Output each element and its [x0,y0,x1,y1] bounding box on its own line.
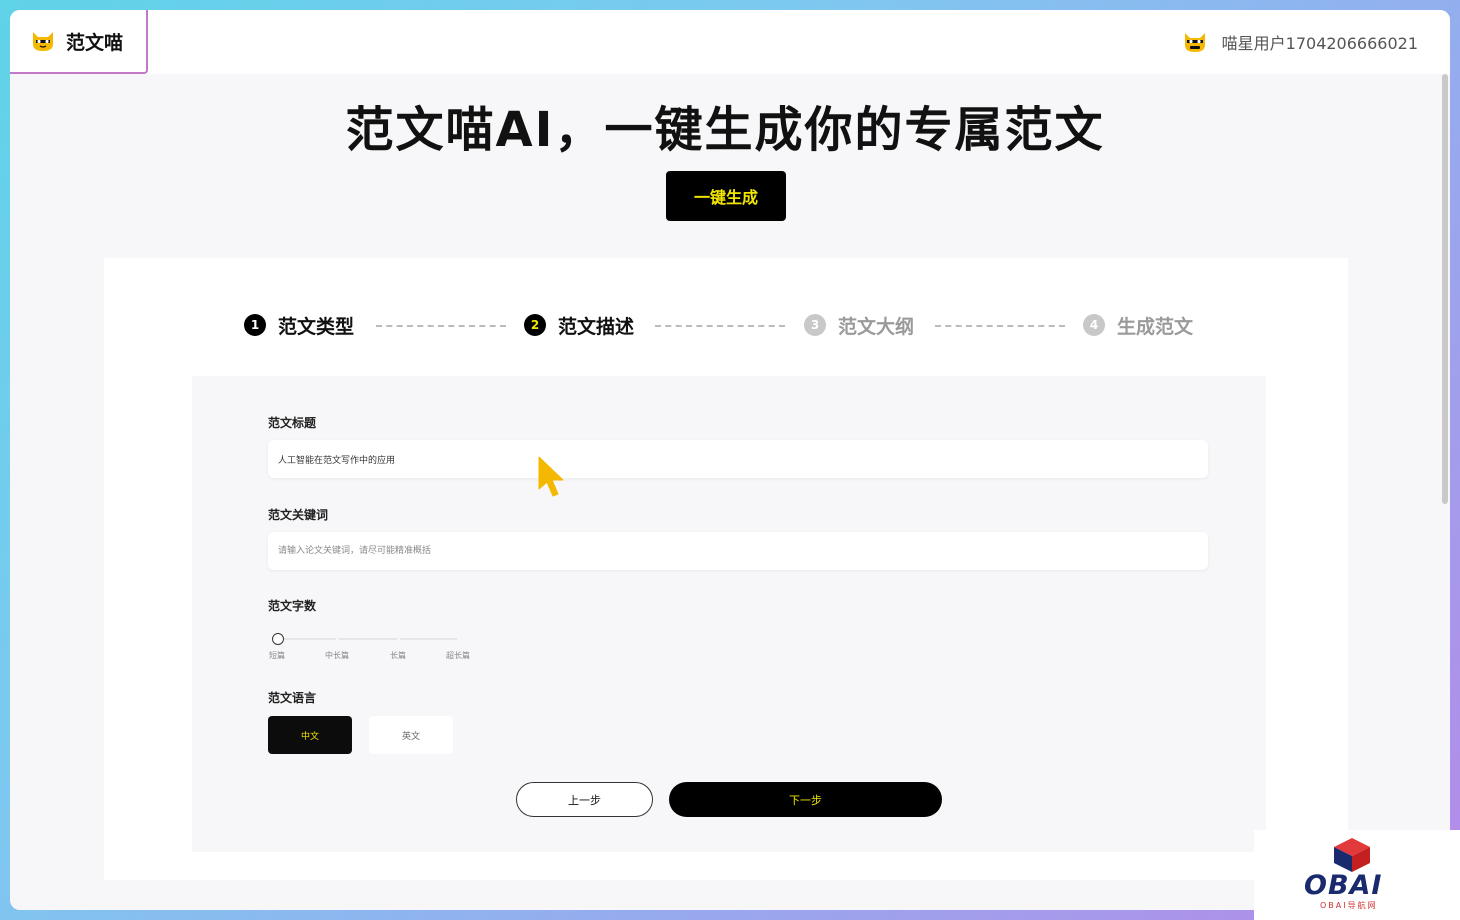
generate-button[interactable]: 一键生成 [666,171,786,221]
user-name: 喵星用户1704206666021 [1221,34,1418,53]
wizard-card: 1 范文类型 2 范文描述 3 范文大纲 4 生成范文 范文标题 范文关键词 [104,258,1348,880]
length-option[interactable]: 短篇 [269,650,285,661]
mouse-cursor-icon [538,456,564,497]
step-label: 范文大纲 [838,315,915,338]
watermark-subtitle: OBAI导航网 [1320,901,1378,910]
brand-logo[interactable]: 范文喵 [10,10,148,74]
step-divider [935,325,1065,327]
language-label: 范文语言 [268,691,317,705]
step-4: 4 生成范文 [1083,310,1193,340]
brand-name: 范文喵 [66,31,124,54]
slider-track [339,638,397,640]
app-window: 范文喵 喵星用户1704206666021 范文喵AI，一键生成你的专属范文 一… [10,10,1450,910]
cat-icon [33,32,53,51]
slider-track [400,638,457,640]
cat-avatar-icon [1184,33,1205,52]
title-input[interactable] [268,440,1208,478]
step-3: 3 范文大纲 [804,310,914,340]
keywords-input[interactable] [268,532,1208,570]
watermark-logo-text: OBAI [1304,870,1383,901]
language-chinese-button[interactable]: 中文 [268,716,352,754]
step-1[interactable]: 1 范文类型 [244,310,354,340]
scrollbar[interactable] [1442,74,1448,504]
top-bar: 范文喵 喵星用户1704206666021 [10,10,1450,74]
step-divider [655,325,785,327]
next-step-button[interactable]: 下一步 [669,782,942,817]
prev-step-button[interactable]: 上一步 [516,782,653,817]
length-option[interactable]: 中长篇 [325,650,349,661]
language-english-button[interactable]: 英文 [369,716,453,754]
step-2[interactable]: 2 范文描述 [524,310,634,340]
step-label: 生成范文 [1117,315,1194,338]
essay-form: 范文标题 范文关键词 范文字数 短篇 中长篇 长篇 超长篇 范文语言 中文 英文… [192,376,1266,852]
step-number: 2 [524,314,546,336]
keywords-label: 范文关键词 [268,508,329,522]
step-label: 范文类型 [278,315,355,338]
step-label: 范文描述 [558,315,635,338]
hero-title: 范文喵AI，一键生成你的专属范文 [345,102,1105,158]
step-number: 1 [244,314,266,336]
step-divider [376,325,506,327]
title-label: 范文标题 [268,416,317,430]
length-label: 范文字数 [268,599,317,613]
step-number: 3 [804,314,826,336]
slider-knob[interactable] [272,633,284,645]
length-slider[interactable]: 短篇 中长篇 长篇 超长篇 [268,632,488,662]
length-option[interactable]: 超长篇 [446,650,470,661]
watermark: OBAI OBAI导航网 [1254,830,1460,920]
step-number: 4 [1083,314,1105,336]
length-option[interactable]: 长篇 [390,650,406,661]
slider-track [284,638,336,640]
user-menu[interactable]: 喵星用户1704206666021 [1182,10,1418,74]
cube-logo-icon [1334,838,1370,872]
